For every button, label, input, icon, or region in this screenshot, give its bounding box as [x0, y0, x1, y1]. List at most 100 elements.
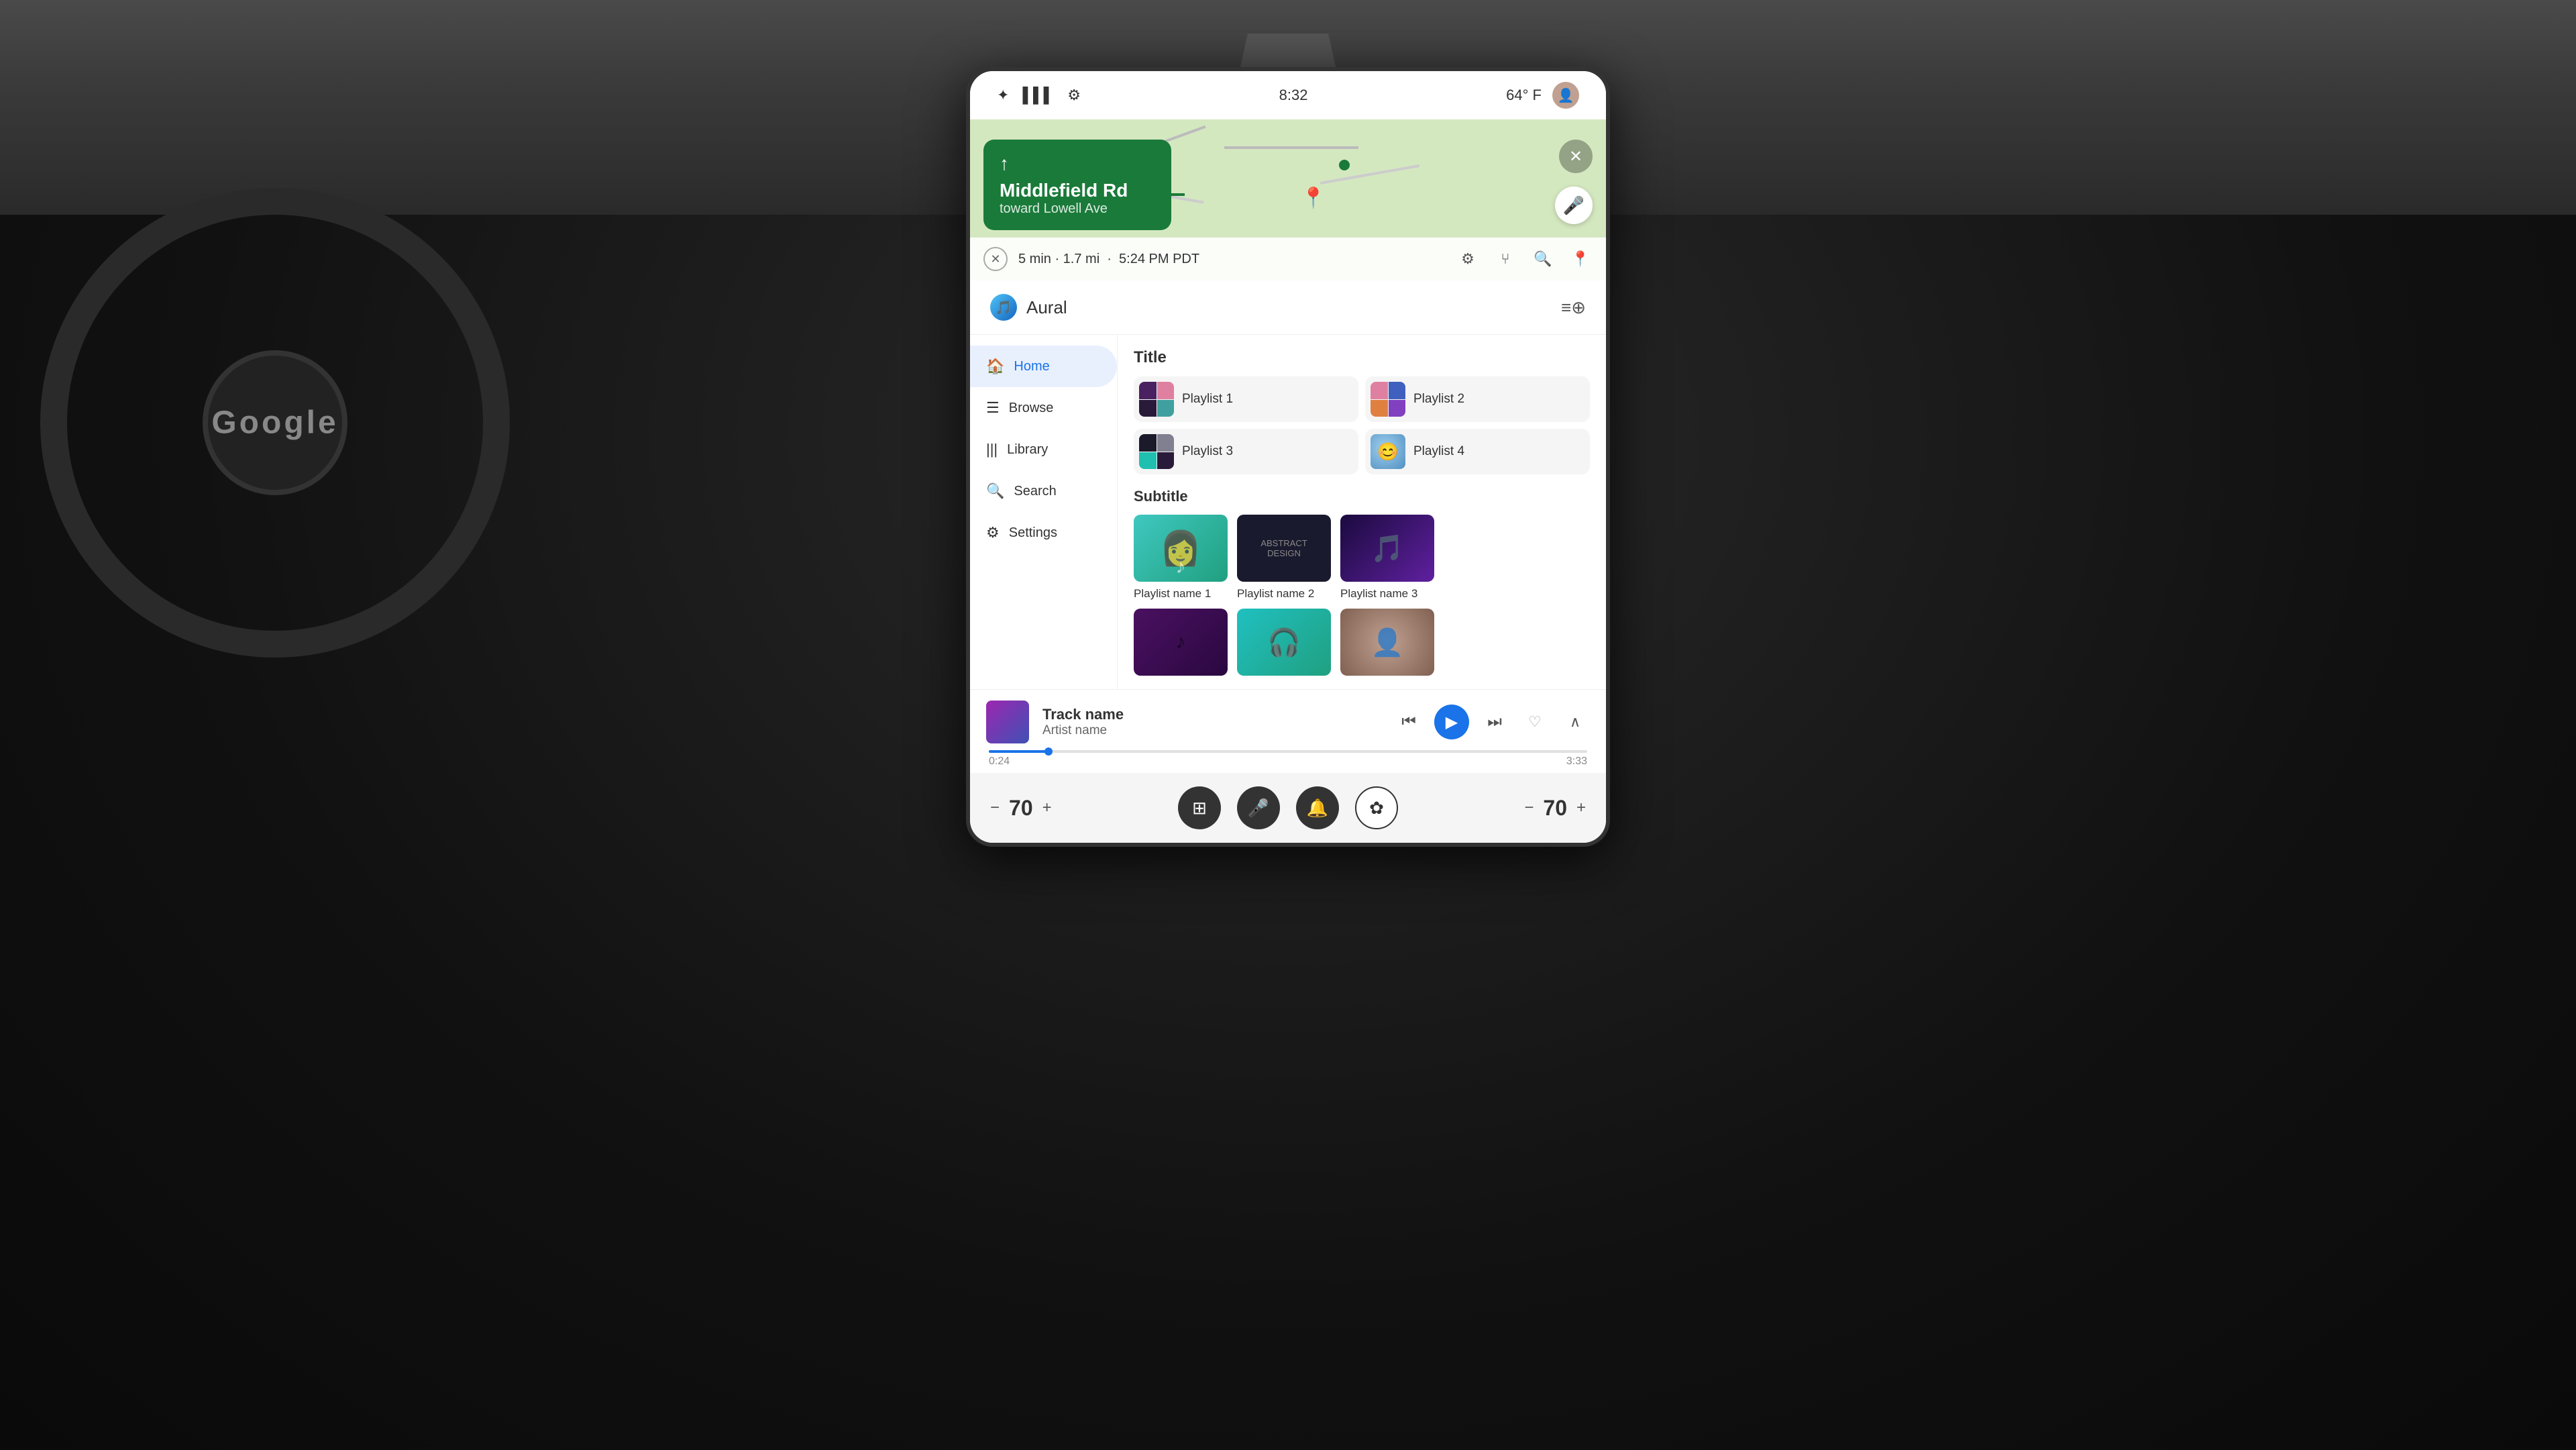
phone-screen: ✦ ▌▌▌ ⚙ 8:32 64° F 👤 ↑ Middlefield Rd: [966, 67, 1610, 847]
sidebar-item-browse[interactable]: ☰ Browse: [970, 387, 1117, 429]
eta-close-button[interactable]: ✕: [983, 247, 1008, 271]
playlist-large-3-thumb: 🎵: [1340, 515, 1434, 582]
section-subtitle: Subtitle: [1134, 488, 1590, 505]
status-right: 64° F 👤: [1506, 82, 1579, 109]
skip-forward-button[interactable]: ⏭: [1480, 707, 1509, 737]
thumb-cell: [1157, 434, 1175, 452]
playlist-large-item-4[interactable]: ♪: [1134, 609, 1228, 676]
sidebar-item-library[interactable]: ||| Library: [970, 429, 1117, 470]
phone-screen-container: ✦ ▌▌▌ ⚙ 8:32 64° F 👤 ↑ Middlefield Rd: [966, 67, 1610, 847]
thumb-cell: [1389, 382, 1406, 399]
eta-distance: 5 min · 1.7 mi: [1018, 252, 1099, 266]
playlist-large-5-thumb: 🎧: [1237, 609, 1331, 676]
mic-button[interactable]: 🎤: [1237, 786, 1280, 829]
playlist-large-1-name: Playlist name 1: [1134, 587, 1228, 601]
app-header: 🎵 Aural ≡⊕: [970, 280, 1606, 335]
volume-right-minus[interactable]: −: [1524, 798, 1534, 817]
volume-right-value: 70: [1543, 796, 1567, 821]
sidebar-item-home[interactable]: 🏠 Home: [970, 346, 1117, 387]
browse-icon: ☰: [986, 399, 1000, 417]
volume-right-plus[interactable]: +: [1576, 798, 1586, 817]
volume-left-plus[interactable]: +: [1042, 798, 1052, 817]
playlist-grid-small: Playlist 1 Playlist: [1134, 376, 1590, 474]
volume-right-control: − 70 +: [1524, 796, 1586, 821]
map-road-3: [1224, 146, 1358, 149]
eta-location-icon[interactable]: 📍: [1568, 247, 1593, 271]
nav-close-button[interactable]: ✕: [1559, 140, 1593, 173]
status-bar: ✦ ▌▌▌ ⚙ 8:32 64° F 👤: [970, 71, 1606, 119]
playlist-item-2[interactable]: Playlist 2: [1365, 376, 1590, 422]
eta-controls: ⚙ ⑂ 🔍 📍: [1456, 247, 1593, 271]
play-pause-button[interactable]: ▶: [1434, 705, 1469, 739]
sidebar-item-settings[interactable]: ⚙ Settings: [970, 512, 1117, 554]
eta-bar: ✕ 5 min · 1.7 mi · 5:24 PM PDT ⚙ ⑂ 🔍 📍: [970, 238, 1606, 280]
app-name: Aural: [1026, 297, 1552, 318]
playlist-3-name: Playlist 3: [1182, 444, 1233, 459]
grid-button[interactable]: ⊞: [1178, 786, 1221, 829]
sidebar-library-label: Library: [1007, 442, 1048, 458]
sidebar-settings-label: Settings: [1009, 525, 1057, 541]
now-playing-info: Track name Artist name: [1042, 706, 1381, 738]
playlist-2-thumb: [1371, 382, 1405, 417]
thumb-cell: [1371, 400, 1388, 417]
progress-bar[interactable]: [989, 750, 1587, 753]
now-playing-bar: Track name Artist name ⏮ ▶ ⏭ ♡ ∧: [970, 689, 1606, 773]
playlist-large-item-6[interactable]: 👤: [1340, 609, 1434, 676]
expand-button[interactable]: ∧: [1560, 707, 1590, 737]
playlist-item-3[interactable]: Playlist 3: [1134, 429, 1358, 474]
volume-left-minus[interactable]: −: [990, 798, 1000, 817]
sidebar-browse-label: Browse: [1009, 401, 1054, 416]
playlist-large-item-5[interactable]: 🎧: [1237, 609, 1331, 676]
eta-settings-icon[interactable]: ⚙: [1456, 247, 1480, 271]
sidebar-item-search[interactable]: 🔍 Search: [970, 470, 1117, 512]
playlist-large-item-1[interactable]: 👩 Playlist name 1: [1134, 515, 1228, 601]
signal-icon: ▌▌▌: [1022, 87, 1054, 104]
playlist-3-thumb-grid: [1139, 434, 1174, 469]
content-area: Title Pla: [1118, 335, 1606, 689]
app-section: 🎵 Aural ≡⊕ 🏠 Home ☰ Browse: [970, 280, 1606, 843]
settings-sidebar-icon: ⚙: [986, 524, 1000, 541]
thumb-cell: [1157, 400, 1175, 417]
skip-back-button[interactable]: ⏮: [1394, 707, 1424, 737]
thumb-cell: [1389, 400, 1406, 417]
map-mic-button[interactable]: 🎤: [1555, 187, 1593, 224]
nav-toward: toward Lowell Ave: [1000, 201, 1155, 217]
progress-times: 0:24 3:33: [989, 756, 1587, 768]
playlist-1-thumb: [1139, 382, 1174, 417]
playlist-large-3-name: Playlist name 3: [1340, 587, 1434, 601]
bottom-controls: − 70 + ⊞ 🎤 🔔 ✿ − 70 +: [970, 773, 1606, 843]
bluetooth-icon: ✦: [997, 87, 1009, 104]
settings-center-button[interactable]: ✿: [1355, 786, 1398, 829]
eta-time: 5:24 PM PDT: [1119, 252, 1199, 266]
navigation-card: ↑ Middlefield Rd toward Lowell Ave: [983, 140, 1171, 230]
queue-icon[interactable]: ≡⊕: [1561, 297, 1586, 318]
eta-fork-icon[interactable]: ⑂: [1493, 247, 1517, 271]
status-time: 8:32: [1279, 87, 1308, 104]
playlist-large-6-thumb: 👤: [1340, 609, 1434, 676]
bell-button[interactable]: 🔔: [1296, 786, 1339, 829]
library-icon: |||: [986, 441, 998, 458]
center-controls: ⊞ 🎤 🔔 ✿: [1178, 786, 1398, 829]
playlist-large-item-3[interactable]: 🎵 Playlist name 3: [1340, 515, 1434, 601]
eta-info: 5 min · 1.7 mi · 5:24 PM PDT: [1018, 252, 1445, 267]
search-icon: 🔍: [986, 482, 1004, 500]
playlist-1-thumb-grid: [1139, 382, 1174, 417]
map-section: ↑ Middlefield Rd toward Lowell Ave ✕ 🎤 📍…: [970, 119, 1606, 280]
sidebar: 🏠 Home ☰ Browse ||| Library 🔍 Search: [970, 335, 1118, 689]
status-left: ✦ ▌▌▌ ⚙: [997, 87, 1081, 104]
avatar[interactable]: 👤: [1552, 82, 1579, 109]
thumb-cell: [1139, 434, 1157, 452]
thumb-cell: [1139, 452, 1157, 470]
map-destination-dot: [1339, 160, 1350, 170]
thumb-cell: [1139, 400, 1157, 417]
playlist-3-thumb: [1139, 434, 1174, 469]
section-title: Title: [1134, 348, 1590, 367]
playlist-large-item-2[interactable]: ABSTRACTDESIGN Playlist name 2: [1237, 515, 1331, 601]
eta-search-icon[interactable]: 🔍: [1531, 247, 1555, 271]
like-button[interactable]: ♡: [1520, 707, 1550, 737]
playlist-item-4[interactable]: 😊 Playlist 4: [1365, 429, 1590, 474]
playlist-item-1[interactable]: Playlist 1: [1134, 376, 1358, 422]
progress-container: 0:24 3:33: [986, 750, 1590, 768]
playlist-4-thumb: 😊: [1371, 434, 1405, 469]
nav-arrow-icon: ↑: [1000, 153, 1155, 174]
